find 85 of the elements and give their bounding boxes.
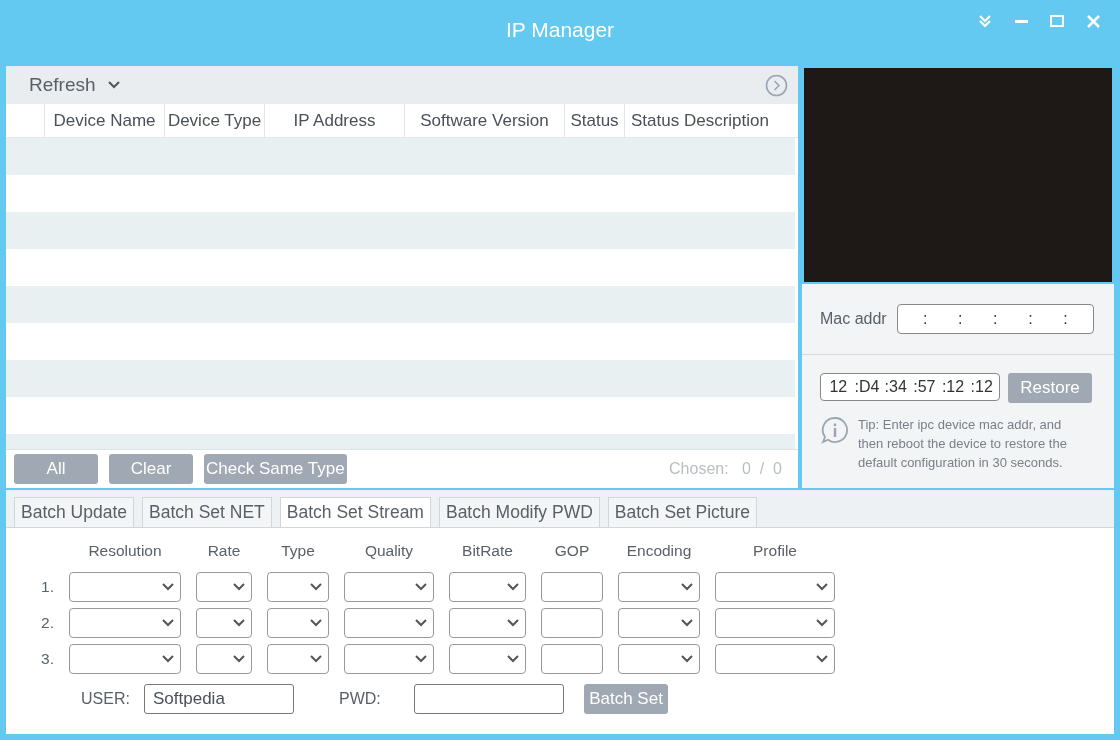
tab[interactable]: Batch Set Picture <box>607 497 758 527</box>
chevron-down-icon <box>681 655 693 663</box>
chevron-down-icon <box>233 655 245 663</box>
chevron-down-icon <box>507 619 519 627</box>
tab[interactable]: Batch Modify PWD <box>438 497 600 527</box>
column-label: Resolution <box>87 542 163 561</box>
restore-mac-field[interactable]: 12 :D4 :34 :57 :12 :12 <box>820 373 1000 401</box>
dropdown[interactable] <box>267 572 329 602</box>
refresh-dropdown[interactable]: Refresh <box>29 74 120 96</box>
column-header[interactable]: IP Address <box>265 104 405 137</box>
chevron-down-icon <box>681 619 693 627</box>
input-field[interactable] <box>541 644 603 674</box>
dropdown[interactable] <box>69 644 181 674</box>
dropdown[interactable] <box>196 572 252 602</box>
chevron-down-icon <box>310 655 322 663</box>
chevron-down-icon <box>310 583 322 591</box>
chevron-right-circle-icon[interactable] <box>765 73 788 97</box>
dropdown[interactable] <box>449 572 526 602</box>
password-field[interactable] <box>414 684 564 714</box>
row-number: 3. <box>40 650 54 668</box>
chevron-down-icon <box>162 655 174 663</box>
tab[interactable]: Batch Set NET <box>142 497 272 527</box>
dropdown[interactable] <box>344 644 434 674</box>
column-header[interactable]: Device Type <box>165 104 265 137</box>
chevron-down-icon <box>310 619 322 627</box>
chevron-down-icon <box>681 583 693 591</box>
dropdown[interactable] <box>715 644 835 674</box>
chevron-down-icon <box>162 583 174 591</box>
column-label: Profile <box>752 542 798 561</box>
dropdown[interactable] <box>267 608 329 638</box>
dropdown[interactable] <box>715 608 835 638</box>
column-header[interactable]: Status <box>565 104 625 137</box>
column-label: Encoding <box>625 542 693 561</box>
tip-text: Tip: Enter ipc device mac addr, and then reboot the device to restore the default configuration in 30 seconds. <box>858 416 1068 472</box>
dropdown[interactable] <box>449 608 526 638</box>
dropdown[interactable] <box>344 572 434 602</box>
chevron-down-icon <box>233 619 245 627</box>
column-label: Rate <box>206 542 242 561</box>
row-number: 1. <box>40 578 54 596</box>
input-field[interactable] <box>541 572 603 602</box>
chevron-down-icon <box>507 583 519 591</box>
chevron-down-icon <box>507 655 519 663</box>
column-label: Quality <box>363 542 415 561</box>
tab[interactable]: Batch Update <box>14 497 135 527</box>
row-number: 2. <box>40 614 54 632</box>
dropdown[interactable] <box>267 644 329 674</box>
user-field[interactable]: Softpedia <box>144 684 294 714</box>
window-title: IP Manager <box>505 18 615 42</box>
dropdown[interactable] <box>449 644 526 674</box>
column-header[interactable]: Software Version <box>405 104 565 137</box>
dropdown[interactable] <box>196 644 252 674</box>
input-field[interactable] <box>541 608 603 638</box>
chevron-down-icon <box>233 583 245 591</box>
minimize-icon <box>1014 19 1028 23</box>
mac-label: Mac addr <box>820 310 887 328</box>
chevron-down-icon <box>415 655 427 663</box>
dropdown[interactable] <box>715 572 835 602</box>
dropdown[interactable] <box>344 608 434 638</box>
chevron-down-icon <box>162 619 174 627</box>
tab[interactable]: Batch Set Stream <box>279 497 431 527</box>
chevron-down-icon <box>415 619 427 627</box>
chosen-count: Chosen: 0 / 0 <box>669 460 782 478</box>
dropdown[interactable] <box>618 644 700 674</box>
double-chevron-icon <box>978 14 992 28</box>
user-label: USER: <box>81 690 131 708</box>
chevron-down-icon <box>107 81 120 89</box>
dropdown[interactable] <box>69 572 181 602</box>
column-header[interactable]: Status Description <box>625 104 798 137</box>
column-header[interactable]: Device Name <box>45 104 165 137</box>
password-label: PWD: <box>338 690 382 708</box>
dropdown[interactable] <box>69 608 181 638</box>
column-label: GOP <box>553 542 591 561</box>
close-icon <box>1086 14 1100 28</box>
maximize-icon <box>1050 15 1064 27</box>
chevron-down-icon <box>415 583 427 591</box>
chevron-down-icon <box>816 619 828 627</box>
dropdown[interactable] <box>196 608 252 638</box>
column-label: BitRate <box>461 542 514 561</box>
chevron-down-icon <box>816 583 828 591</box>
dropdown[interactable] <box>618 572 700 602</box>
dropdown[interactable] <box>618 608 700 638</box>
chevron-down-icon <box>816 655 828 663</box>
info-icon <box>820 415 850 445</box>
column-label: Type <box>280 542 316 561</box>
mac-address-field[interactable]: : : : : : <box>896 304 1094 334</box>
